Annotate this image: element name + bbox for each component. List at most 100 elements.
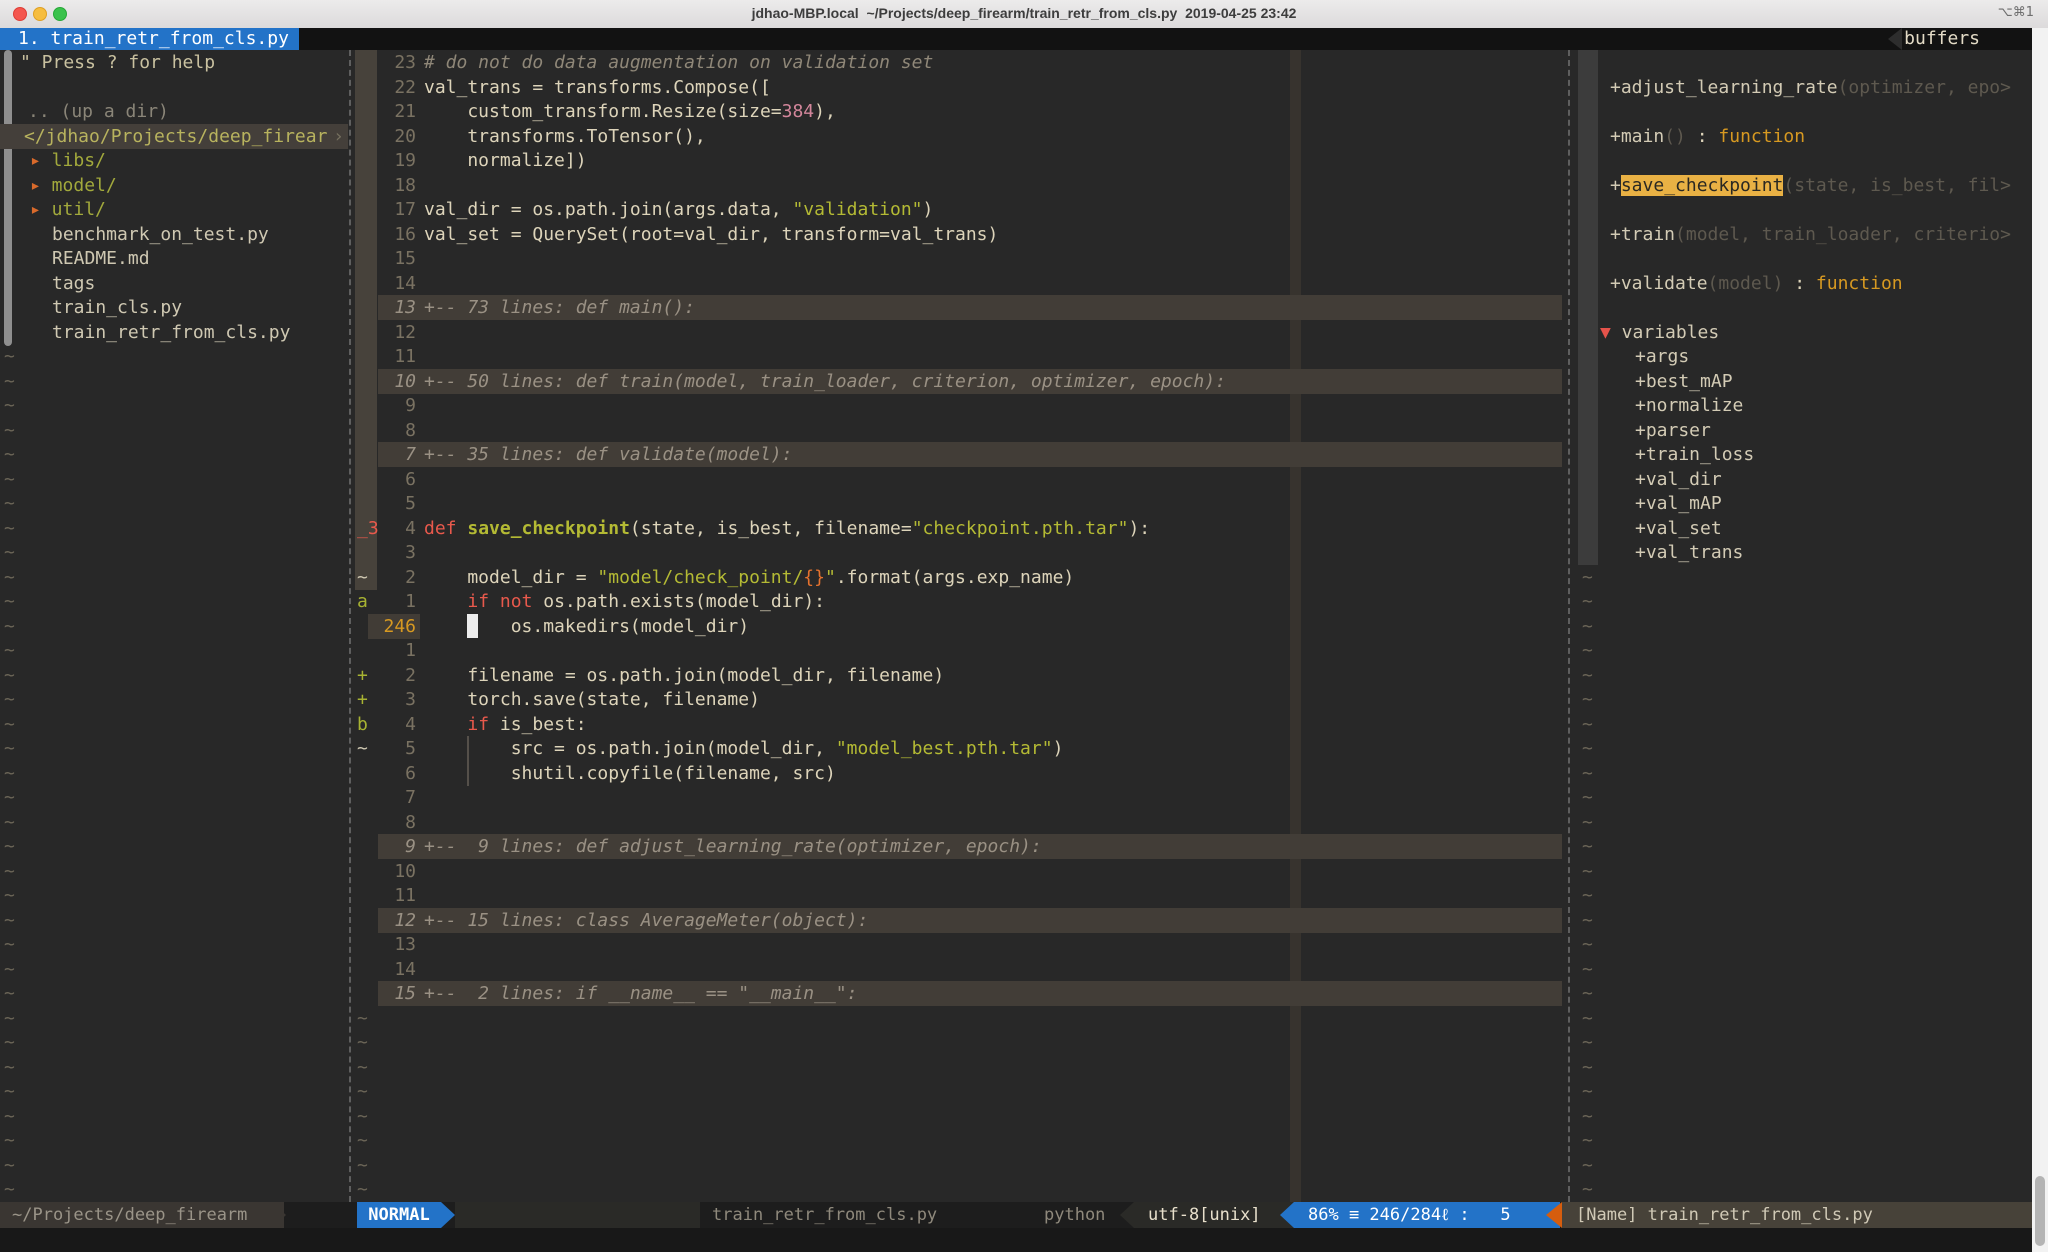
code-line[interactable]: 11 bbox=[353, 344, 1562, 369]
tree-item-file[interactable]: benchmark_on_test.py bbox=[0, 222, 348, 247]
code-line[interactable]: 10 bbox=[353, 859, 1562, 884]
tagbar-tag-validate[interactable]: +validate(model) : function bbox=[1576, 271, 2032, 296]
tagbar-tag-val_mAP[interactable]: +val_mAP bbox=[1576, 491, 2032, 516]
code-line[interactable]: 11 bbox=[353, 883, 1562, 908]
tagbar-tag-val_dir[interactable]: +val_dir bbox=[1576, 467, 2032, 492]
macos-scrollbar-track bbox=[2032, 28, 2048, 1252]
editor-tilde-row: ~ bbox=[353, 1177, 1562, 1202]
code-line[interactable]: 21 custom_transform.Resize(size=384), bbox=[353, 99, 1562, 124]
code-line[interactable]: ~2 model_dir = "model/check_point/{}".fo… bbox=[353, 565, 1562, 590]
code-text: model_dir = "model/check_point/{}".forma… bbox=[424, 565, 1074, 590]
code-line[interactable]: 9 bbox=[353, 393, 1562, 418]
tree-tilde-row: ~ bbox=[0, 442, 348, 467]
line-number: 21 bbox=[368, 99, 416, 124]
tagbar-tag-save_checkpoint[interactable]: +save_checkpoint(state, is_best, fil> bbox=[1576, 173, 2032, 198]
code-line[interactable]: 17val_dir = os.path.join(args.data, "val… bbox=[353, 197, 1562, 222]
tab-active-buffer[interactable]: 1. train_retr_from_cls.py bbox=[0, 28, 299, 50]
statusline-git: +8 ~3 -3 master bbox=[455, 1202, 700, 1228]
editor-tilde-row: ~ bbox=[353, 1128, 1562, 1153]
tagbar-tag-adjust_learning_rate[interactable]: +adjust_learning_rate(optimizer, epo> bbox=[1576, 75, 2032, 100]
tab-line: 1. train_retr_from_cls.py buffers bbox=[0, 28, 2048, 50]
tagbar-tag-train[interactable]: +train(model, train_loader, criterio> bbox=[1576, 222, 2032, 247]
empty-line-tilde: ~ bbox=[353, 1106, 368, 1127]
tree-item-file[interactable]: train_cls.py bbox=[0, 295, 348, 320]
code-line[interactable]: 22val_trans = transforms.Compose([ bbox=[353, 75, 1562, 100]
code-line[interactable]: +2 filename = os.path.join(model_dir, fi… bbox=[353, 663, 1562, 688]
tree-tilde-row: ~ bbox=[0, 589, 348, 614]
code-line[interactable]: 20 transforms.ToTensor(), bbox=[353, 124, 1562, 149]
code-line[interactable]: 23# do not do data augmentation on valid… bbox=[353, 50, 1562, 75]
code-line[interactable]: b4 if is_best: bbox=[353, 712, 1562, 737]
folder-collapsed-arrow-icon: ▸ bbox=[0, 150, 41, 171]
code-line[interactable]: 5 bbox=[353, 491, 1562, 516]
code-line[interactable]: 19 normalize]) bbox=[353, 148, 1562, 173]
code-line[interactable]: 13 bbox=[353, 932, 1562, 957]
tagbar-tilde-row: ~ bbox=[1576, 1153, 2032, 1178]
empty-line-tilde: ~ bbox=[0, 861, 15, 882]
tree-root-item[interactable]: </jdhao/Projects/deep_firear› bbox=[0, 124, 348, 149]
line-number: 6 bbox=[368, 467, 416, 492]
empty-line-tilde: ~ bbox=[0, 910, 15, 931]
window-separator-right[interactable] bbox=[1568, 50, 1570, 1202]
code-line[interactable]: 16val_set = QuerySet(root=val_dir, trans… bbox=[353, 222, 1562, 247]
empty-line-tilde: ~ bbox=[1576, 959, 1593, 980]
tree-tilde-row: ~ bbox=[0, 810, 348, 835]
fold-line[interactable]: 9+-- 9 lines: def adjust_learning_rate(o… bbox=[353, 834, 1562, 859]
tree-item-dir[interactable]: ▸ model/ bbox=[0, 173, 348, 198]
tagbar-tilde-row: ~ bbox=[1576, 1055, 2032, 1080]
tagbar-tag-args[interactable]: +args bbox=[1576, 344, 2032, 369]
empty-line-tilde: ~ bbox=[1576, 1008, 1593, 1029]
tagbar-tag-best_mAP[interactable]: +best_mAP bbox=[1576, 369, 2032, 394]
empty-line-tilde: ~ bbox=[0, 420, 15, 441]
tagbar-tag-val_trans[interactable]: +val_trans bbox=[1576, 540, 2032, 565]
window-separator-left[interactable] bbox=[349, 50, 351, 1202]
tagbar-tag-main[interactable]: +main() : function bbox=[1576, 124, 2032, 149]
code-line[interactable]: 15 bbox=[353, 246, 1562, 271]
line-number: 1 bbox=[368, 589, 416, 614]
code-line[interactable]: 8 bbox=[353, 810, 1562, 835]
window-title-bar: jdhao-MBP.local ~/Projects/deep_firearm/… bbox=[0, 0, 2048, 29]
code-line[interactable]: 6 bbox=[353, 467, 1562, 492]
tree-tilde-row: ~ bbox=[0, 344, 348, 369]
code-line[interactable]: +3 torch.save(state, filename) bbox=[353, 687, 1562, 712]
fold-line[interactable]: 10+-- 50 lines: def train(model, train_l… bbox=[353, 369, 1562, 394]
code-line[interactable]: 14 bbox=[353, 271, 1562, 296]
fold-line[interactable]: 15+-- 2 lines: if __name__ == "__main__"… bbox=[353, 981, 1562, 1006]
code-line[interactable]: 8 bbox=[353, 418, 1562, 443]
code-line[interactable]: ~5 src = os.path.join(model_dir, "model_… bbox=[353, 736, 1562, 761]
command-line[interactable] bbox=[0, 1228, 2048, 1252]
tree-item-dir[interactable]: ▸ util/ bbox=[0, 197, 348, 222]
line-number: 7 bbox=[368, 785, 416, 810]
code-line[interactable]: _34def save_checkpoint(state, is_best, f… bbox=[353, 516, 1562, 541]
code-line[interactable]: 7 bbox=[353, 785, 1562, 810]
code-line[interactable]: 6 shutil.copyfile(filename, src) bbox=[353, 761, 1562, 786]
empty-line-tilde: ~ bbox=[0, 1130, 15, 1151]
tree-item-file[interactable]: tags bbox=[0, 271, 348, 296]
fold-line[interactable]: 13+-- 73 lines: def main(): bbox=[353, 295, 1562, 320]
tagbar-tag-val_set[interactable]: +val_set bbox=[1576, 516, 2032, 541]
tag-type: function bbox=[1718, 126, 1805, 147]
tree-up-dir[interactable]: .. (up a dir) bbox=[0, 99, 348, 124]
tagbar-tag-normalize[interactable]: +normalize bbox=[1576, 393, 2032, 418]
code-line[interactable]: 18 bbox=[353, 173, 1562, 198]
fold-line[interactable]: 7+-- 35 lines: def validate(model): bbox=[353, 442, 1562, 467]
tree-tilde-row: ~ bbox=[0, 908, 348, 933]
empty-line-tilde: ~ bbox=[1576, 689, 1593, 710]
fold-line[interactable]: 12+-- 15 lines: class AverageMeter(objec… bbox=[353, 908, 1562, 933]
code-line[interactable]: 14 bbox=[353, 957, 1562, 982]
tagbar-tag-train_loss[interactable]: +train_loss bbox=[1576, 442, 2032, 467]
code-line[interactable]: 246 os.makedirs(model_dir) bbox=[353, 614, 1562, 639]
tree-item-file[interactable]: README.md bbox=[0, 246, 348, 271]
code-line[interactable]: 1 bbox=[353, 638, 1562, 663]
code-line[interactable]: a1 if not os.path.exists(model_dir): bbox=[353, 589, 1562, 614]
tree-tilde-row: ~ bbox=[0, 467, 348, 492]
tagbar-section[interactable]: ▼ variables bbox=[1576, 320, 2032, 345]
tree-item-dir[interactable]: ▸ libs/ bbox=[0, 148, 348, 173]
code-line[interactable]: 12 bbox=[353, 320, 1562, 345]
code-line[interactable]: 3 bbox=[353, 540, 1562, 565]
empty-line-tilde: ~ bbox=[0, 1032, 15, 1053]
powerline-arrow-icon bbox=[684, 1202, 698, 1228]
macos-scrollbar-thumb[interactable] bbox=[2035, 1176, 2045, 1246]
tagbar-tag-parser[interactable]: +parser bbox=[1576, 418, 2032, 443]
tree-item-file[interactable]: train_retr_from_cls.py bbox=[0, 320, 348, 345]
